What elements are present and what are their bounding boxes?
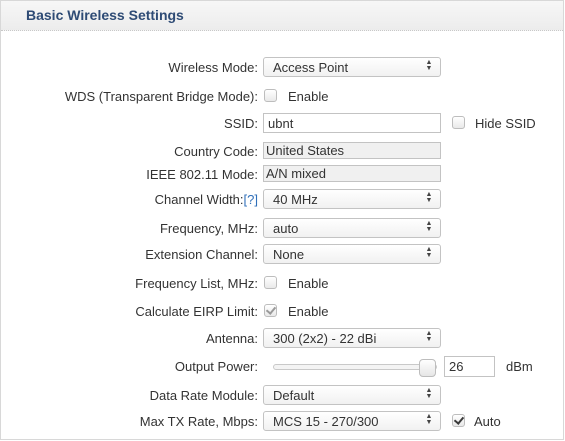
- frequency-list-enable-label: Enable: [288, 276, 329, 291]
- channel-width-value: 40 MHz: [273, 192, 318, 207]
- data-rate-module-select[interactable]: Default ▲ ▼: [263, 385, 441, 405]
- max-tx-rate-label: Max TX Rate, Mbps:: [139, 414, 258, 429]
- hide-ssid-checkbox[interactable]: [452, 116, 465, 129]
- frequency-select[interactable]: auto ▲ ▼: [263, 218, 441, 238]
- eirp-limit-label: Calculate EIRP Limit:: [135, 304, 258, 319]
- ssid-label: SSID:: [224, 116, 258, 131]
- row-wds: WDS (Transparent Bridge Mode): Enable: [1, 86, 565, 108]
- channel-width-label: Channel Width:: [154, 192, 244, 207]
- extension-channel-label: Extension Channel:: [145, 247, 258, 262]
- wds-enable-checkbox[interactable]: [264, 89, 277, 102]
- output-power-unit: dBm: [506, 359, 533, 374]
- country-code-value: United States: [266, 143, 345, 158]
- antenna-value: 300 (2x2) - 22 dBi: [273, 331, 377, 346]
- output-power-slider-handle[interactable]: [419, 359, 436, 377]
- output-power-input[interactable]: 26: [444, 356, 495, 377]
- country-code-label: Country Code:: [174, 144, 258, 159]
- row-ieee-mode: IEEE 802.11 Mode: A/N mixed: [1, 164, 565, 186]
- updown-arrows-icon: ▲ ▼: [425, 59, 433, 72]
- antenna-select[interactable]: 300 (2x2) - 22 dBi ▲ ▼: [263, 328, 441, 348]
- output-power-label: Output Power:: [174, 359, 258, 374]
- row-ssid: SSID: ubnt Hide SSID: [1, 113, 565, 135]
- ieee-mode-field: A/N mixed: [263, 165, 441, 182]
- updown-arrows-icon: ▲ ▼: [425, 191, 433, 204]
- eirp-limit-enable-label: Enable: [288, 304, 329, 319]
- row-frequency-list: Frequency List, MHz: Enable: [1, 273, 565, 295]
- max-tx-auto-checkbox[interactable]: [452, 414, 465, 427]
- row-extension-channel: Extension Channel: None ▲ ▼: [1, 244, 565, 266]
- row-max-tx-rate: Max TX Rate, Mbps: MCS 15 - 270/300 ▲ ▼ A…: [1, 411, 565, 433]
- frequency-list-enable-checkbox[interactable]: [264, 276, 277, 289]
- max-tx-rate-value: MCS 15 - 270/300: [273, 414, 379, 429]
- wireless-mode-select[interactable]: Access Point ▲ ▼: [263, 57, 441, 77]
- row-country-code: Country Code: United States: [1, 141, 565, 163]
- updown-arrows-icon: ▲ ▼: [425, 220, 433, 233]
- ssid-value: ubnt: [268, 116, 294, 131]
- country-code-field: United States: [263, 142, 441, 159]
- updown-arrows-icon: ▲ ▼: [425, 413, 433, 426]
- ssid-input[interactable]: ubnt: [263, 113, 441, 133]
- hide-ssid-label: Hide SSID: [475, 116, 536, 131]
- row-eirp-limit: Calculate EIRP Limit: Enable: [1, 301, 565, 323]
- frequency-label: Frequency, MHz:: [159, 221, 258, 236]
- output-power-value: 26: [449, 359, 464, 374]
- ieee-mode-value: A/N mixed: [266, 166, 326, 181]
- updown-arrows-icon: ▲ ▼: [425, 387, 433, 400]
- wds-enable-label: Enable: [288, 89, 329, 104]
- data-rate-module-value: Default: [273, 388, 315, 403]
- max-tx-rate-select[interactable]: MCS 15 - 270/300 ▲ ▼: [263, 411, 441, 431]
- ieee-mode-label: IEEE 802.11 Mode:: [146, 167, 258, 182]
- basic-wireless-settings-panel: Basic Wireless Settings Wireless Mode: A…: [0, 0, 564, 440]
- row-channel-width: Channel Width:[?] 40 MHz ▲ ▼: [1, 189, 565, 211]
- row-frequency: Frequency, MHz: auto ▲ ▼: [1, 218, 565, 240]
- extension-channel-value: None: [273, 247, 305, 262]
- panel-title: Basic Wireless Settings: [26, 7, 184, 23]
- max-tx-auto-label: Auto: [474, 414, 501, 429]
- antenna-label: Antenna:: [205, 331, 258, 346]
- frequency-list-label: Frequency List, MHz:: [135, 276, 258, 291]
- channel-width-select[interactable]: 40 MHz ▲ ▼: [263, 189, 441, 209]
- row-data-rate-module: Data Rate Module: Default ▲ ▼: [1, 385, 565, 407]
- updown-arrows-icon: ▲ ▼: [425, 330, 433, 343]
- channel-width-label-group: Channel Width:[?]: [155, 192, 258, 207]
- output-power-slider[interactable]: [273, 359, 437, 377]
- row-output-power: Output Power: 26 dBm: [1, 356, 565, 378]
- frequency-value: auto: [273, 221, 299, 236]
- wds-label: WDS (Transparent Bridge Mode):: [64, 89, 258, 104]
- channel-width-help-link[interactable]: [?]: [244, 192, 258, 207]
- panel-header: Basic Wireless Settings: [1, 1, 563, 31]
- data-rate-module-label: Data Rate Module:: [149, 388, 258, 403]
- extension-channel-select[interactable]: None ▲ ▼: [263, 244, 441, 264]
- wireless-mode-value: Access Point: [273, 60, 349, 75]
- row-antenna: Antenna: 300 (2x2) - 22 dBi ▲ ▼: [1, 328, 565, 350]
- eirp-limit-enable-checkbox[interactable]: [264, 304, 277, 317]
- updown-arrows-icon: ▲ ▼: [425, 246, 433, 259]
- row-wireless-mode: Wireless Mode: Access Point ▲ ▼: [1, 57, 565, 79]
- wireless-mode-label: Wireless Mode:: [168, 60, 258, 75]
